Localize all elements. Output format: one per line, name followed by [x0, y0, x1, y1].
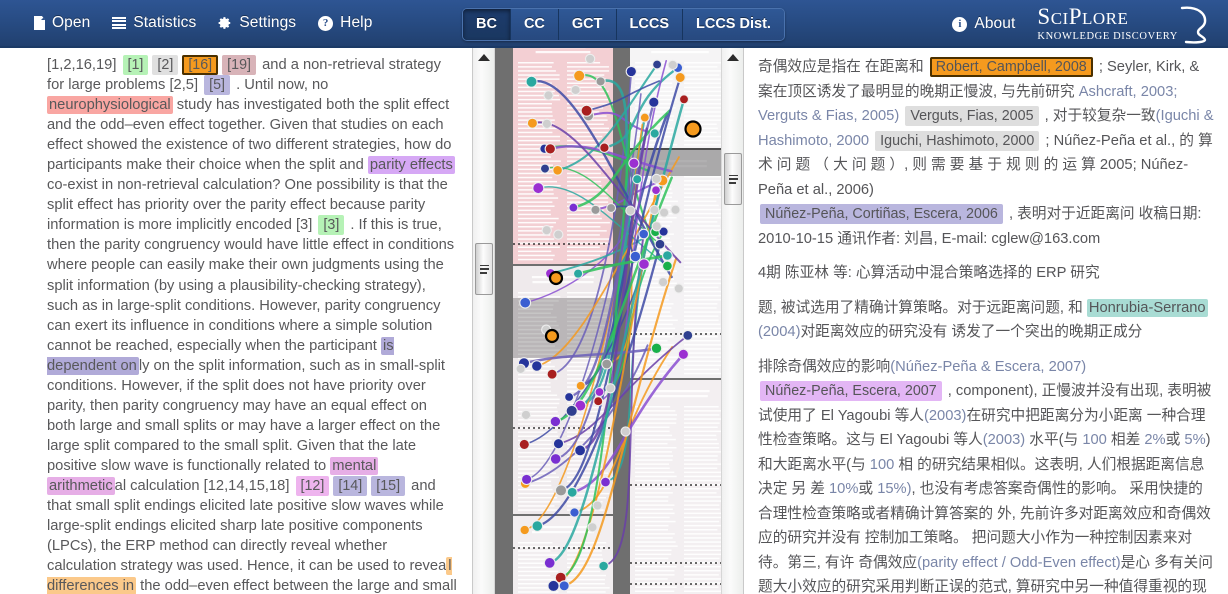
body-text: . Until now, no: [232, 77, 329, 94]
right-document-body: 奇偶效应是指在 在距离和 Robert, Campbell, 2008 ; Se…: [744, 48, 1228, 594]
document-icon: [34, 16, 45, 30]
menu-item-statistics[interactable]: Statistics: [112, 14, 196, 32]
citation-marker[interactable]: [12]: [295, 475, 330, 496]
body-text: 或: [858, 481, 878, 497]
body-text: 水平(与: [1025, 432, 1083, 448]
navbar-right-group: i About SCIPLORE KNOWLEDGE DISCOVERY: [952, 0, 1214, 48]
menu-item-about-label: About: [974, 15, 1016, 32]
grip-icon: [479, 264, 489, 274]
tab-bc[interactable]: BC: [463, 9, 511, 40]
body-text: 4期 陈亚林 等: 心算活动中混合策略选择的 ERP 研究: [758, 265, 1100, 281]
analysis-mode-segmented-control: BC CC GCT LCCS LCCS Dist.: [462, 8, 785, 41]
body-text: 对距离效应的研究没有 诱发了一个突出的晚期正成分: [800, 324, 1143, 340]
reference-text: 5%: [1184, 432, 1206, 448]
tab-gct[interactable]: GCT: [558, 9, 617, 40]
body-text: ly on the split information, such as in …: [47, 357, 445, 474]
reference-text: (2004): [758, 324, 801, 340]
right-scrollbar[interactable]: [721, 48, 743, 594]
left-document-text-pane[interactable]: [1,2,16,19] [1] [2] [16] [19] and a non-ret…: [0, 48, 472, 594]
visualization-canvas[interactable]: [495, 48, 723, 594]
highlighted-phrase[interactable]: neurophysiological: [47, 96, 173, 115]
citation-marker[interactable]: Iguchi, Hashimoto, 2000: [875, 130, 1040, 151]
bars-icon: [112, 16, 127, 30]
navbar-left-group: Open Statistics Settings ? Help: [34, 14, 394, 32]
menu-item-open-label: Open: [52, 14, 91, 31]
right-document-text-pane[interactable]: 奇偶效应是指在 在距离和 Robert, Campbell, 2008 ; Se…: [744, 48, 1228, 594]
highlighted-phrase[interactable]: Honrubia-Serrano: [1086, 298, 1208, 317]
left-scrollbar-thumb[interactable]: [475, 243, 493, 295]
sciplore-logo: SCIPLORE KNOWLEDGE DISCOVERY: [1037, 2, 1214, 46]
body-text: 题, 被试选用了精确计算策略。对于远距离问题, 和: [758, 299, 1087, 316]
citation-marker[interactable]: [19]: [222, 55, 257, 75]
body-text: al calculation [12,14,15,18]: [114, 477, 294, 494]
menu-item-settings[interactable]: Settings: [218, 14, 296, 32]
citation-marker[interactable]: [3]: [318, 215, 345, 236]
reference-text: (2003): [982, 432, 1026, 448]
left-scrollbar[interactable]: [473, 48, 495, 594]
tab-lccs-dist[interactable]: LCCS Dist.: [683, 9, 784, 40]
body-text: 相差: [1106, 432, 1145, 448]
citation-link-visualization-pane[interactable]: [472, 48, 744, 594]
tab-cc[interactable]: CC: [510, 9, 559, 40]
left-document-body: [1,2,16,19] [1] [2] [16] [19] and a non-ret…: [0, 48, 472, 594]
top-navbar: Open Statistics Settings ? Help BC CC GC…: [0, 0, 1228, 48]
highlighted-phrase[interactable]: mental: [330, 456, 379, 475]
menu-item-statistics-label: Statistics: [133, 14, 197, 31]
right-document-paragraph: 题, 被试选用了精确计算策略。对于远距离问题, 和 Honrubia-Serra…: [758, 296, 1214, 345]
right-document-paragraph: 排除奇偶效应的影响(Núñez-Peña & Escera, 2007) Núñe…: [758, 355, 1214, 594]
citation-marker[interactable]: Núñez-Peña, Cortiñas, Escera, 2006: [760, 204, 1003, 224]
reference-text: 2%: [1144, 432, 1166, 448]
logo-tagline: KNOWLEDGE DISCOVERY: [1037, 30, 1178, 42]
right-scrollbar-thumb[interactable]: [724, 153, 742, 205]
citation-marker-selected[interactable]: [16]: [182, 55, 219, 75]
citation-marker[interactable]: [2]: [152, 55, 179, 75]
reference-text: (parity effect / Odd-Even effect): [917, 554, 1121, 571]
highlighted-phrase[interactable]: arithmetic: [47, 476, 115, 495]
left-document-paragraph: [1,2,16,19] [1] [2] [16] [19] and a non-ret…: [47, 55, 458, 594]
scroll-up-arrow-icon[interactable]: [727, 54, 739, 61]
reference-text: (2003): [923, 407, 967, 424]
body-text: [869, 133, 873, 149]
grip-icon: [728, 174, 738, 184]
reference-text: 100: [1082, 432, 1107, 448]
scroll-up-arrow-icon[interactable]: [478, 54, 490, 61]
body-text: [1,2,16,19]: [47, 57, 121, 73]
reference-text: 15%): [877, 481, 912, 497]
body-text: , 对于较复杂一致: [1040, 108, 1156, 124]
citation-marker[interactable]: [15]: [371, 475, 406, 496]
gear-icon: [218, 16, 232, 30]
body-text: 或: [1165, 432, 1185, 448]
citation-marker[interactable]: Verguts, Fias, 2005: [905, 106, 1039, 126]
info-circle-icon: i: [952, 16, 968, 32]
citation-marker[interactable]: Núñez-Peña, Escera, 2007: [760, 381, 942, 401]
reference-text: 100: [869, 456, 895, 473]
right-document-paragraph: 4期 陈亚林 等: 心算活动中混合策略选择的 ERP 研究: [758, 261, 1214, 286]
reference-text: (Núñez-Peña & Escera, 2007): [890, 358, 1087, 375]
body-text: 排除奇偶效应的影响: [758, 358, 891, 375]
body-text: . If this is true, then the parity congr…: [47, 217, 455, 354]
citation-marker[interactable]: [1]: [122, 55, 149, 75]
citation-graph-svg[interactable]: [495, 48, 723, 594]
reference-text: 10%: [829, 481, 859, 497]
logo-wordmark: SCIPLORE: [1037, 3, 1129, 29]
body-text: 奇偶效应是指在 在距离和: [758, 59, 928, 75]
body-text: [899, 108, 903, 124]
citation-marker-selected[interactable]: Robert, Campbell, 2008: [929, 57, 1093, 77]
citation-marker[interactable]: [14]: [333, 475, 368, 496]
menu-item-help[interactable]: ? Help: [318, 14, 372, 32]
main-content: [1,2,16,19] [1] [2] [16] [19] and a non-ret…: [0, 48, 1228, 594]
menu-item-help-label: Help: [340, 14, 373, 31]
right-document-paragraph: 奇偶效应是指在 在距离和 Robert, Campbell, 2008 ; Se…: [758, 55, 1214, 251]
head-brace-icon: [1180, 6, 1207, 44]
menu-item-settings-label: Settings: [239, 14, 297, 31]
citation-marker[interactable]: [5]: [204, 75, 231, 96]
menu-item-open[interactable]: Open: [34, 14, 90, 32]
question-circle-icon: ?: [318, 15, 334, 31]
logo-text-block: SCIPLORE KNOWLEDGE DISCOVERY: [1037, 3, 1178, 43]
highlighted-phrase[interactable]: parity effects: [367, 156, 455, 175]
menu-item-about[interactable]: i About: [952, 15, 1015, 33]
tab-lccs[interactable]: LCCS: [616, 9, 683, 40]
